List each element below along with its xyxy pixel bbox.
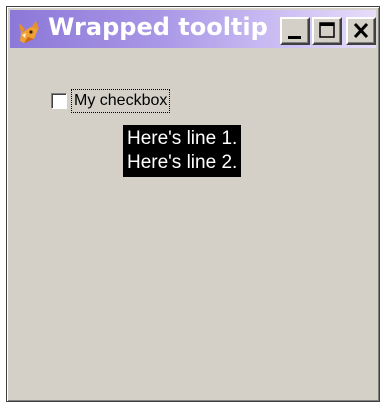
fox-app-icon[interactable] [16, 19, 42, 45]
tooltip: Here's line 1. Here's line 2. [123, 125, 242, 177]
app-window: Wrapped tooltip My checkbox Here's line … [6, 6, 380, 402]
maximize-icon [319, 22, 335, 38]
minimize-button[interactable] [280, 17, 310, 45]
close-button[interactable] [346, 17, 376, 45]
close-icon [353, 22, 369, 39]
minimize-icon [288, 36, 301, 39]
my-checkbox[interactable] [51, 93, 67, 109]
title-bar[interactable]: Wrapped tooltip [10, 10, 376, 48]
window-title: Wrapped tooltip [48, 13, 268, 41]
checkbox-label[interactable]: My checkbox [71, 89, 171, 113]
maximize-button[interactable] [312, 17, 342, 45]
window-content: My checkbox Here's line 1. Here's line 2… [7, 51, 379, 401]
tooltip-line-2: Here's line 2. [127, 152, 238, 173]
tooltip-line-1: Here's line 1. [127, 128, 238, 149]
